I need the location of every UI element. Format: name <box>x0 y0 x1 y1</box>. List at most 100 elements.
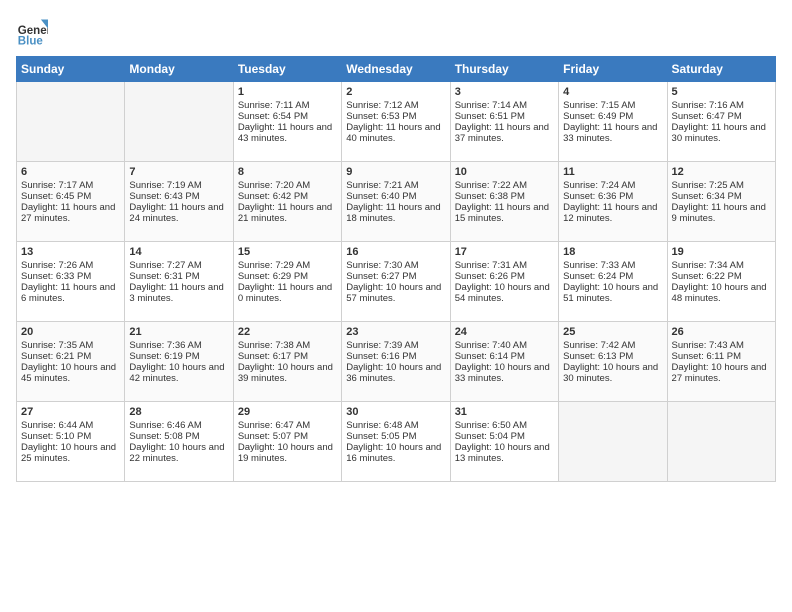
sunset-text: Sunset: 6:11 PM <box>672 351 771 362</box>
sunrise-text: Sunrise: 7:33 AM <box>563 260 662 271</box>
sunset-text: Sunset: 5:05 PM <box>346 431 445 442</box>
calendar-cell: 18Sunrise: 7:33 AMSunset: 6:24 PMDayligh… <box>559 242 667 322</box>
day-number: 28 <box>129 406 228 418</box>
calendar-cell: 12Sunrise: 7:25 AMSunset: 6:34 PMDayligh… <box>667 162 775 242</box>
svg-text:Blue: Blue <box>18 35 44 47</box>
day-number: 25 <box>563 326 662 338</box>
daylight-text: Daylight: 11 hours and 3 minutes. <box>129 282 228 304</box>
week-row-5: 27Sunrise: 6:44 AMSunset: 5:10 PMDayligh… <box>17 402 776 482</box>
day-number: 24 <box>455 326 554 338</box>
sunrise-text: Sunrise: 7:30 AM <box>346 260 445 271</box>
day-number: 8 <box>238 166 337 178</box>
sunset-text: Sunset: 6:51 PM <box>455 111 554 122</box>
sunset-text: Sunset: 5:08 PM <box>129 431 228 442</box>
daylight-text: Daylight: 11 hours and 27 minutes. <box>21 202 120 224</box>
day-number: 13 <box>21 246 120 258</box>
daylight-text: Daylight: 10 hours and 30 minutes. <box>563 362 662 384</box>
day-number: 5 <box>672 86 771 98</box>
calendar-cell: 11Sunrise: 7:24 AMSunset: 6:36 PMDayligh… <box>559 162 667 242</box>
daylight-text: Daylight: 11 hours and 24 minutes. <box>129 202 228 224</box>
sunrise-text: Sunrise: 7:25 AM <box>672 180 771 191</box>
week-row-4: 20Sunrise: 7:35 AMSunset: 6:21 PMDayligh… <box>17 322 776 402</box>
sunset-text: Sunset: 6:47 PM <box>672 111 771 122</box>
sunrise-text: Sunrise: 7:38 AM <box>238 340 337 351</box>
calendar-cell: 29Sunrise: 6:47 AMSunset: 5:07 PMDayligh… <box>233 402 341 482</box>
calendar-cell: 1Sunrise: 7:11 AMSunset: 6:54 PMDaylight… <box>233 82 341 162</box>
week-row-2: 6Sunrise: 7:17 AMSunset: 6:45 PMDaylight… <box>17 162 776 242</box>
calendar-cell: 27Sunrise: 6:44 AMSunset: 5:10 PMDayligh… <box>17 402 125 482</box>
calendar-cell: 19Sunrise: 7:34 AMSunset: 6:22 PMDayligh… <box>667 242 775 322</box>
day-number: 15 <box>238 246 337 258</box>
sunset-text: Sunset: 6:19 PM <box>129 351 228 362</box>
logo-icon: General Blue <box>16 16 48 48</box>
sunrise-text: Sunrise: 7:20 AM <box>238 180 337 191</box>
daylight-text: Daylight: 10 hours and 45 minutes. <box>21 362 120 384</box>
sunrise-text: Sunrise: 7:16 AM <box>672 100 771 111</box>
calendar-cell: 8Sunrise: 7:20 AMSunset: 6:42 PMDaylight… <box>233 162 341 242</box>
calendar-cell <box>667 402 775 482</box>
sunrise-text: Sunrise: 7:36 AM <box>129 340 228 351</box>
daylight-text: Daylight: 10 hours and 22 minutes. <box>129 442 228 464</box>
sunrise-text: Sunrise: 7:15 AM <box>563 100 662 111</box>
sunset-text: Sunset: 6:26 PM <box>455 271 554 282</box>
daylight-text: Daylight: 10 hours and 25 minutes. <box>21 442 120 464</box>
sunrise-text: Sunrise: 6:50 AM <box>455 420 554 431</box>
day-number: 12 <box>672 166 771 178</box>
sunrise-text: Sunrise: 7:27 AM <box>129 260 228 271</box>
day-header-friday: Friday <box>559 57 667 82</box>
sunrise-text: Sunrise: 7:42 AM <box>563 340 662 351</box>
sunrise-text: Sunrise: 7:22 AM <box>455 180 554 191</box>
sunset-text: Sunset: 6:24 PM <box>563 271 662 282</box>
day-number: 26 <box>672 326 771 338</box>
calendar-cell: 16Sunrise: 7:30 AMSunset: 6:27 PMDayligh… <box>342 242 450 322</box>
calendar-cell: 30Sunrise: 6:48 AMSunset: 5:05 PMDayligh… <box>342 402 450 482</box>
calendar-cell: 6Sunrise: 7:17 AMSunset: 6:45 PMDaylight… <box>17 162 125 242</box>
day-number: 20 <box>21 326 120 338</box>
week-row-1: 1Sunrise: 7:11 AMSunset: 6:54 PMDaylight… <box>17 82 776 162</box>
day-header-monday: Monday <box>125 57 233 82</box>
daylight-text: Daylight: 10 hours and 16 minutes. <box>346 442 445 464</box>
sunset-text: Sunset: 6:36 PM <box>563 191 662 202</box>
day-number: 2 <box>346 86 445 98</box>
calendar-table: SundayMondayTuesdayWednesdayThursdayFrid… <box>16 56 776 482</box>
calendar-cell <box>17 82 125 162</box>
sunrise-text: Sunrise: 7:19 AM <box>129 180 228 191</box>
daylight-text: Daylight: 11 hours and 37 minutes. <box>455 122 554 144</box>
day-number: 11 <box>563 166 662 178</box>
daylight-text: Daylight: 10 hours and 33 minutes. <box>455 362 554 384</box>
day-number: 1 <box>238 86 337 98</box>
calendar-cell: 7Sunrise: 7:19 AMSunset: 6:43 PMDaylight… <box>125 162 233 242</box>
day-number: 17 <box>455 246 554 258</box>
sunrise-text: Sunrise: 7:24 AM <box>563 180 662 191</box>
day-number: 31 <box>455 406 554 418</box>
sunrise-text: Sunrise: 7:40 AM <box>455 340 554 351</box>
day-number: 23 <box>346 326 445 338</box>
day-header-thursday: Thursday <box>450 57 558 82</box>
day-number: 3 <box>455 86 554 98</box>
sunset-text: Sunset: 6:14 PM <box>455 351 554 362</box>
day-number: 19 <box>672 246 771 258</box>
sunset-text: Sunset: 6:40 PM <box>346 191 445 202</box>
daylight-text: Daylight: 11 hours and 6 minutes. <box>21 282 120 304</box>
day-number: 6 <box>21 166 120 178</box>
calendar-cell: 31Sunrise: 6:50 AMSunset: 5:04 PMDayligh… <box>450 402 558 482</box>
calendar-cell: 24 Sunrise: 7:40 AMSunset: 6:14 PMDayligh… <box>450 322 558 402</box>
daylight-text: Daylight: 11 hours and 9 minutes. <box>672 202 771 224</box>
daylight-text: Daylight: 10 hours and 54 minutes. <box>455 282 554 304</box>
sunrise-text: Sunrise: 6:48 AM <box>346 420 445 431</box>
sunset-text: Sunset: 6:27 PM <box>346 271 445 282</box>
day-number: 7 <box>129 166 228 178</box>
calendar-cell: 5Sunrise: 7:16 AMSunset: 6:47 PMDaylight… <box>667 82 775 162</box>
daylight-text: Daylight: 11 hours and 43 minutes. <box>238 122 337 144</box>
daylight-text: Daylight: 11 hours and 0 minutes. <box>238 282 337 304</box>
daylight-text: Daylight: 10 hours and 19 minutes. <box>238 442 337 464</box>
sunset-text: Sunset: 6:49 PM <box>563 111 662 122</box>
sunrise-text: Sunrise: 7:35 AM <box>21 340 120 351</box>
calendar-cell: 2Sunrise: 7:12 AMSunset: 6:53 PMDaylight… <box>342 82 450 162</box>
daylight-text: Daylight: 10 hours and 57 minutes. <box>346 282 445 304</box>
sunset-text: Sunset: 6:16 PM <box>346 351 445 362</box>
day-headers: SundayMondayTuesdayWednesdayThursdayFrid… <box>17 57 776 82</box>
sunset-text: Sunset: 6:54 PM <box>238 111 337 122</box>
sunset-text: Sunset: 5:10 PM <box>21 431 120 442</box>
calendar-cell: 23Sunrise: 7:39 AMSunset: 6:16 PMDayligh… <box>342 322 450 402</box>
